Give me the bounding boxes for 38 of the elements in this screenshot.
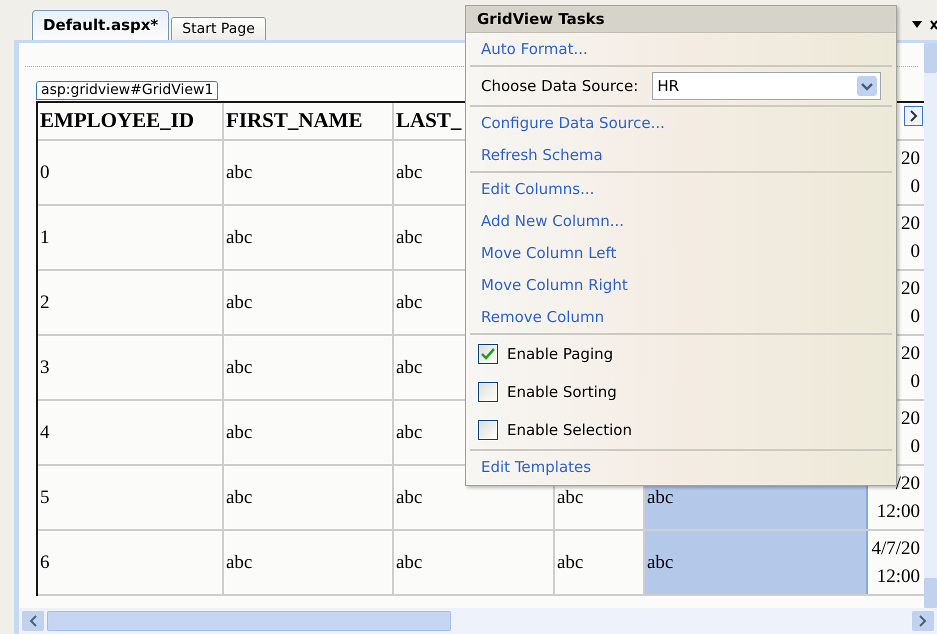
table-cell: abc [224, 336, 394, 399]
checkbox[interactable] [478, 420, 498, 440]
table-cell: 1 [38, 206, 224, 269]
table-cell: 2 [38, 271, 224, 334]
chevron-down-icon [857, 76, 877, 96]
panel-title: GridView Tasks [466, 6, 896, 33]
control-tag: asp:gridview#GridView1 [36, 81, 218, 100]
table-cell: abc [224, 206, 394, 269]
caret-down-icon[interactable] [912, 21, 922, 29]
table-cell: abc [224, 141, 394, 204]
table-cell: abc [645, 531, 868, 594]
column-header: FIRST_NAME [224, 103, 394, 139]
table-cell: abc [224, 531, 394, 594]
document-tab[interactable]: Default.aspx* [32, 10, 170, 40]
table-cell: abc [224, 466, 394, 529]
chevron-right-icon [919, 615, 927, 627]
document-tab[interactable]: Start Page [171, 17, 266, 40]
smart-tag-button[interactable] [904, 106, 923, 126]
field-label: Choose Data Source: [481, 76, 638, 97]
table-cell: 3 [38, 336, 224, 399]
table-cell: abc [394, 531, 555, 594]
checkmark-icon [481, 348, 495, 360]
close-icon[interactable] [930, 20, 937, 30]
table-cell: 4 [38, 401, 224, 464]
vertical-scrollbar[interactable] [924, 43, 937, 608]
chevron-left-icon [29, 615, 37, 627]
table-cell: 0 [38, 141, 224, 204]
table-cell: 6 [38, 531, 224, 594]
table-cell: abc [224, 401, 394, 464]
table-cell: abc [224, 271, 394, 334]
horizontal-scrollbar[interactable] [19, 608, 937, 634]
chevron-right-icon [910, 110, 918, 122]
checkbox[interactable] [478, 344, 498, 364]
checkbox[interactable] [478, 382, 498, 402]
data-source-dropdown[interactable]: HR [652, 72, 881, 100]
table-cell: 5 [38, 466, 224, 529]
column-header: EMPLOYEE_ID [38, 103, 224, 139]
task-link[interactable]: Auto Format... [481, 38, 588, 60]
